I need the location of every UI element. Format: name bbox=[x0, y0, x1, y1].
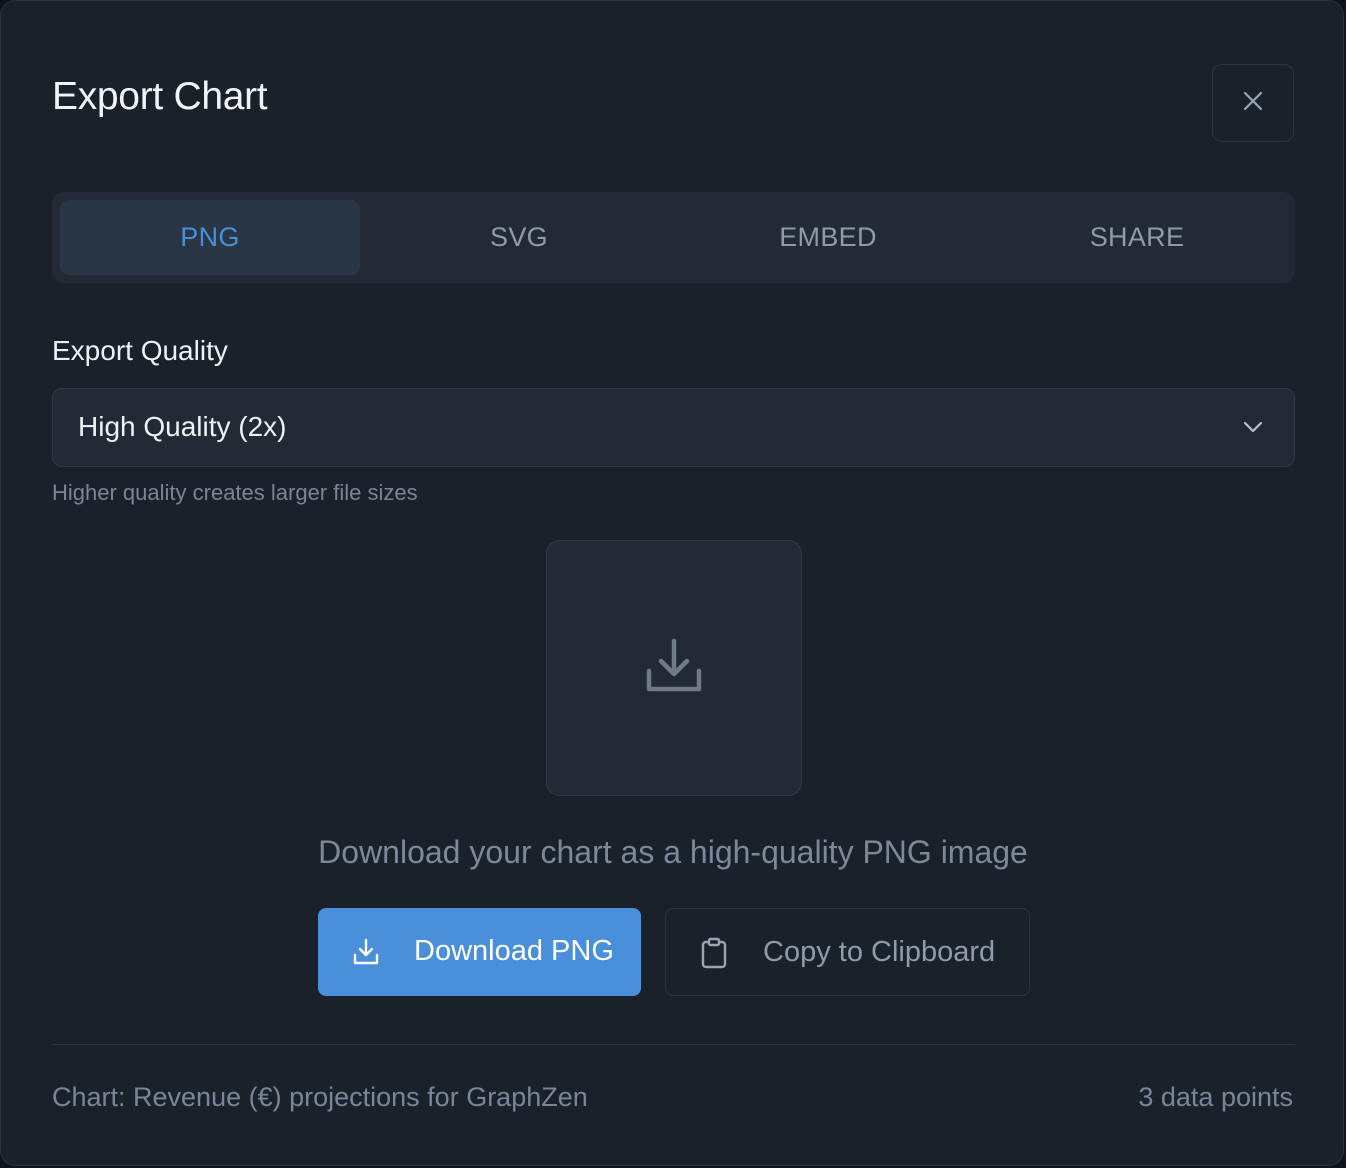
quality-hint: Higher quality creates larger file sizes bbox=[52, 480, 418, 505]
quality-select-value: High Quality (2x) bbox=[78, 411, 287, 442]
format-tabs: PNG SVG EMBED SHARE bbox=[52, 192, 1295, 283]
dialog-title: Export Chart bbox=[52, 75, 268, 118]
tab-embed[interactable]: EMBED bbox=[678, 200, 978, 275]
footer-divider bbox=[52, 1044, 1295, 1045]
clipboard-icon bbox=[700, 937, 728, 974]
export-description: Download your chart as a high-quality PN… bbox=[318, 834, 1028, 870]
download-png-button[interactable]: Download PNG bbox=[318, 908, 641, 996]
download-png-label: Download PNG bbox=[414, 935, 614, 967]
quality-select[interactable]: High Quality (2x) bbox=[52, 388, 1295, 467]
copy-to-clipboard-label: Copy to Clipboard bbox=[763, 936, 996, 968]
chevron-down-icon bbox=[1242, 416, 1264, 443]
download-icon bbox=[645, 637, 703, 700]
download-icon bbox=[352, 938, 380, 971]
copy-to-clipboard-button[interactable]: Copy to Clipboard bbox=[665, 908, 1030, 996]
export-quality-label: Export Quality bbox=[52, 335, 228, 366]
tab-png[interactable]: PNG bbox=[60, 200, 360, 275]
chart-info: Chart: Revenue (€) projections for Graph… bbox=[52, 1082, 588, 1112]
close-icon bbox=[1242, 90, 1264, 117]
tab-share[interactable]: SHARE bbox=[987, 200, 1287, 275]
data-points-count: 3 data points bbox=[1138, 1082, 1293, 1112]
close-button[interactable] bbox=[1212, 64, 1294, 142]
tab-svg[interactable]: SVG bbox=[369, 200, 669, 275]
export-dialog: Export Chart PNG SVG EMBED SHARE Export … bbox=[0, 0, 1344, 1166]
export-preview bbox=[546, 540, 802, 796]
